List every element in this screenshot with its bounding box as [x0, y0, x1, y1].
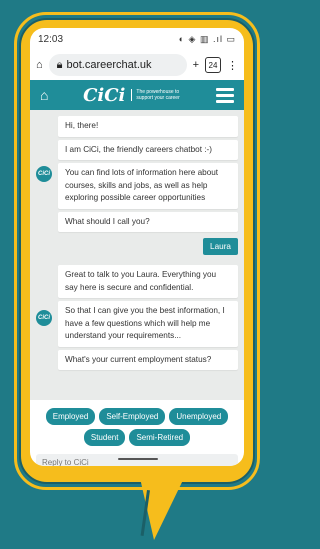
- status-icons: ◐ ◈ ▥ .ıl ▭: [178, 33, 236, 44]
- home-indicator[interactable]: [118, 458, 158, 460]
- status-bar: 12:03 ◐ ◈ ▥ .ıl ▭: [30, 28, 244, 50]
- bot-message: So that I can give you the best informat…: [58, 301, 238, 347]
- menu-icon[interactable]: [215, 87, 234, 103]
- option-semi-retired[interactable]: Semi-Retired: [129, 429, 191, 446]
- phone-screen: 12:03 ◐ ◈ ▥ .ıl ▭ ⌂ 🔒︎ bot.careerchat.uk…: [30, 28, 244, 466]
- option-unemployed[interactable]: Unemployed: [169, 408, 229, 425]
- option-employed[interactable]: Employed: [45, 408, 96, 425]
- quick-reply-options: Employed Self-Employed Unemployed Studen…: [30, 400, 244, 450]
- reply-input[interactable]: Reply to CiCi: [36, 454, 238, 466]
- bot-message: Great to talk to you Laura. Everything y…: [58, 265, 238, 298]
- home-icon[interactable]: ⌂: [40, 87, 48, 103]
- bot-message: What's your current employment status?: [58, 349, 238, 370]
- bot-message: Hi, there!: [58, 116, 238, 137]
- browser-toolbar: ⌂ 🔒︎ bot.careerchat.uk + 24 ⋮: [30, 50, 244, 80]
- status-time: 12:03: [38, 33, 64, 45]
- logo-text: CiCi: [83, 84, 126, 106]
- app-header: ⌂ CiCi The powerhouse to support your ca…: [30, 80, 244, 110]
- address-bar[interactable]: 🔒︎ bot.careerchat.uk: [48, 54, 187, 76]
- option-self-employed[interactable]: Self-Employed: [99, 408, 166, 425]
- bot-message: You can find lots of information here ab…: [58, 163, 238, 209]
- chat-area: CiCi Hi, there! I am CiCi, the friendly …: [30, 110, 244, 400]
- url-text: bot.careerchat.uk: [66, 59, 152, 71]
- logo-tagline: The powerhouse to support your career: [131, 89, 181, 101]
- bot-message: What should I call you?: [58, 211, 238, 232]
- lock-icon: 🔒︎: [56, 58, 63, 71]
- bot-message: I am CiCi, the friendly careers chatbot …: [58, 139, 238, 160]
- home-icon[interactable]: ⌂: [36, 59, 43, 71]
- new-tab-icon[interactable]: +: [193, 59, 199, 71]
- bot-message-group: CiCi Great to talk to you Laura. Everyth…: [36, 265, 238, 370]
- user-message: Laura: [203, 238, 238, 255]
- more-menu-icon[interactable]: ⋮: [227, 59, 238, 72]
- option-student[interactable]: Student: [83, 429, 126, 446]
- bot-avatar: CiCi: [36, 166, 52, 182]
- bot-avatar: CiCi: [36, 309, 52, 326]
- user-message-row: Laura: [36, 238, 238, 255]
- bot-message-group: CiCi Hi, there! I am CiCi, the friendly …: [36, 116, 238, 232]
- tab-switcher-button[interactable]: 24: [205, 57, 221, 73]
- cici-logo: CiCi The powerhouse to support your care…: [83, 85, 181, 106]
